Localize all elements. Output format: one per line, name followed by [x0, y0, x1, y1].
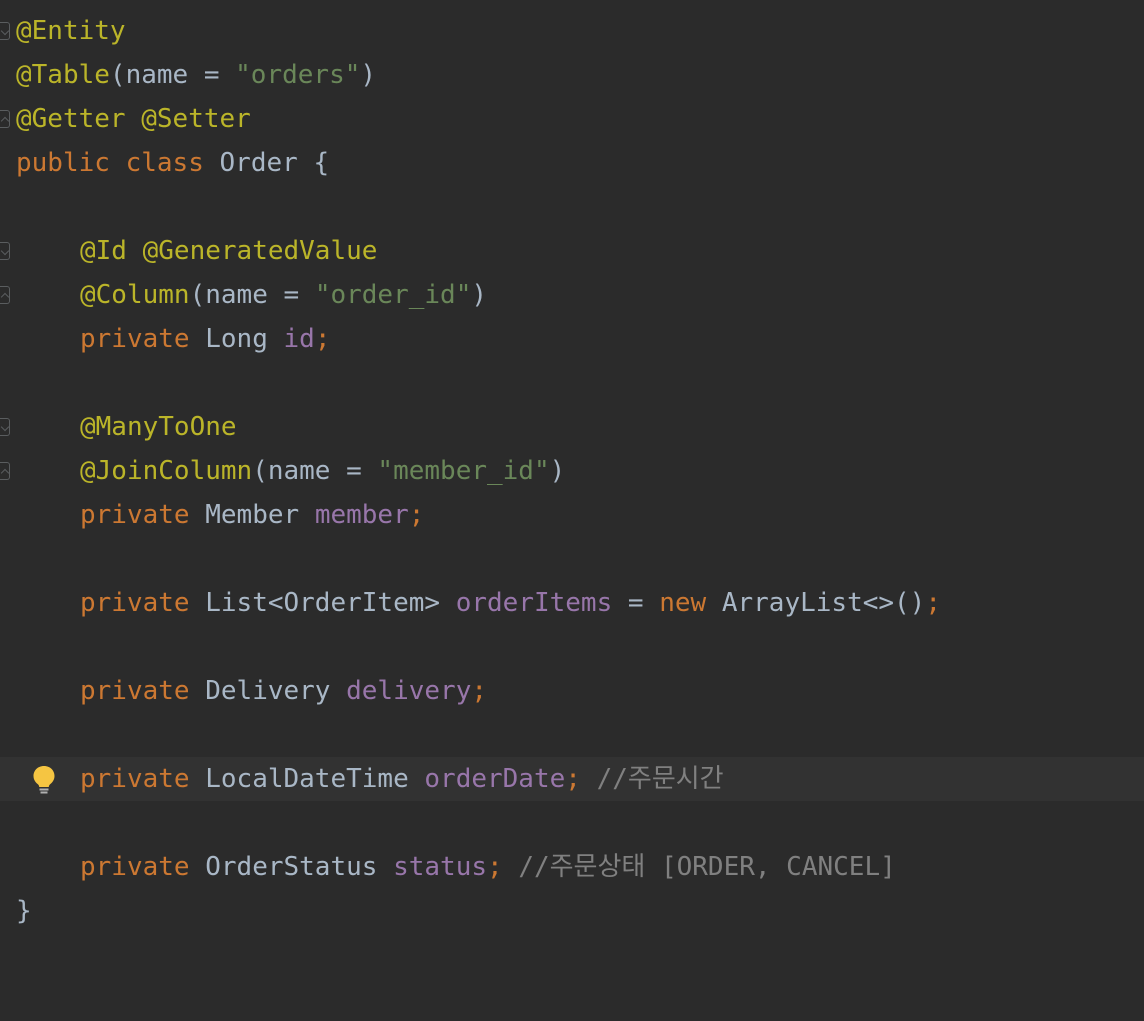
line-comment: //주문시간	[596, 764, 724, 794]
string-literal: "member_id"	[377, 456, 550, 486]
brace: }	[16, 896, 32, 926]
code-line[interactable]: @Column(name = "order_id")	[0, 273, 1144, 317]
annotation: @JoinColumn	[80, 456, 253, 486]
operator: =	[612, 588, 660, 618]
type-name: Member	[205, 500, 300, 530]
annotation: @ManyToOne	[80, 412, 237, 442]
code-line[interactable]: private Member member;	[0, 493, 1144, 537]
type-name: OrderStatus	[205, 852, 378, 882]
keyword: private	[80, 676, 190, 706]
code-line[interactable]: }	[0, 889, 1144, 933]
semicolon: ;	[314, 324, 331, 354]
paren: )	[360, 60, 377, 90]
code-line[interactable]: @ManyToOne	[0, 405, 1144, 449]
code-line[interactable]: public class Order {	[0, 141, 1144, 185]
code-line[interactable]: private OrderStatus status; //주문상태 [ORDE…	[0, 845, 1144, 889]
brace: {	[313, 148, 330, 178]
code-line[interactable]: @JoinColumn(name = "member_id")	[0, 449, 1144, 493]
param: name =	[205, 280, 315, 310]
param: name =	[125, 60, 236, 90]
field-name: id	[283, 324, 315, 354]
class-name: Order	[219, 148, 298, 178]
code-line[interactable]: private Long id;	[0, 317, 1144, 361]
paren: )	[549, 456, 566, 486]
keyword: public	[16, 148, 110, 178]
annotation: @Table	[16, 60, 110, 90]
paren: (	[252, 456, 268, 486]
keyword: new	[659, 588, 707, 618]
field-name: orderDate	[424, 764, 566, 794]
keyword: private	[80, 588, 190, 618]
type-name: List<OrderItem>	[205, 588, 441, 618]
annotation: @Setter	[141, 104, 251, 134]
field-name: delivery	[346, 676, 472, 706]
string-literal: "order_id"	[314, 280, 472, 310]
semicolon: ;	[487, 852, 503, 882]
keyword: private	[80, 852, 190, 882]
constructor-call: ArrayList<>()	[721, 588, 926, 618]
string-literal: "orders"	[235, 60, 361, 90]
annotation: @Getter	[16, 104, 126, 134]
paren: (	[109, 60, 126, 90]
keyword: class	[125, 148, 204, 178]
annotation: @Entity	[16, 16, 126, 46]
code-line[interactable]: @Entity	[0, 9, 1144, 53]
code-line[interactable]: @Table(name = "orders")	[0, 53, 1144, 97]
type-name: Long	[205, 324, 268, 354]
param: name =	[267, 456, 378, 486]
field-name: orderItems	[455, 588, 613, 618]
semicolon: ;	[925, 588, 941, 618]
line-comment: //주문상태 [ORDER, CANCEL]	[518, 852, 896, 882]
code-line[interactable]: private Delivery delivery;	[0, 669, 1144, 713]
code-line[interactable]: @Getter @Setter	[0, 97, 1144, 141]
semicolon: ;	[471, 676, 488, 706]
code-editor[interactable]: @Entity @Table(name = "orders") @Getter …	[0, 0, 1144, 976]
field-name: status	[393, 852, 487, 882]
paren: )	[471, 280, 488, 310]
field-name: member	[314, 500, 409, 530]
type-name: Delivery	[205, 676, 331, 706]
semicolon: ;	[565, 764, 581, 794]
code-line[interactable]: private List<OrderItem> orderItems = new…	[0, 581, 1144, 625]
annotation: @GeneratedValue	[142, 236, 378, 266]
type-name: LocalDateTime	[205, 764, 409, 794]
keyword: private	[80, 500, 190, 530]
annotation: @Column	[80, 280, 190, 310]
semicolon: ;	[408, 500, 425, 530]
current-code-line[interactable]: private LocalDateTime orderDate; //주문시간	[0, 757, 1144, 801]
code-line[interactable]: @Id @GeneratedValue	[0, 229, 1144, 273]
keyword: private	[80, 324, 190, 354]
annotation: @Id	[80, 236, 127, 266]
keyword: private	[80, 764, 190, 794]
paren: (	[189, 280, 206, 310]
